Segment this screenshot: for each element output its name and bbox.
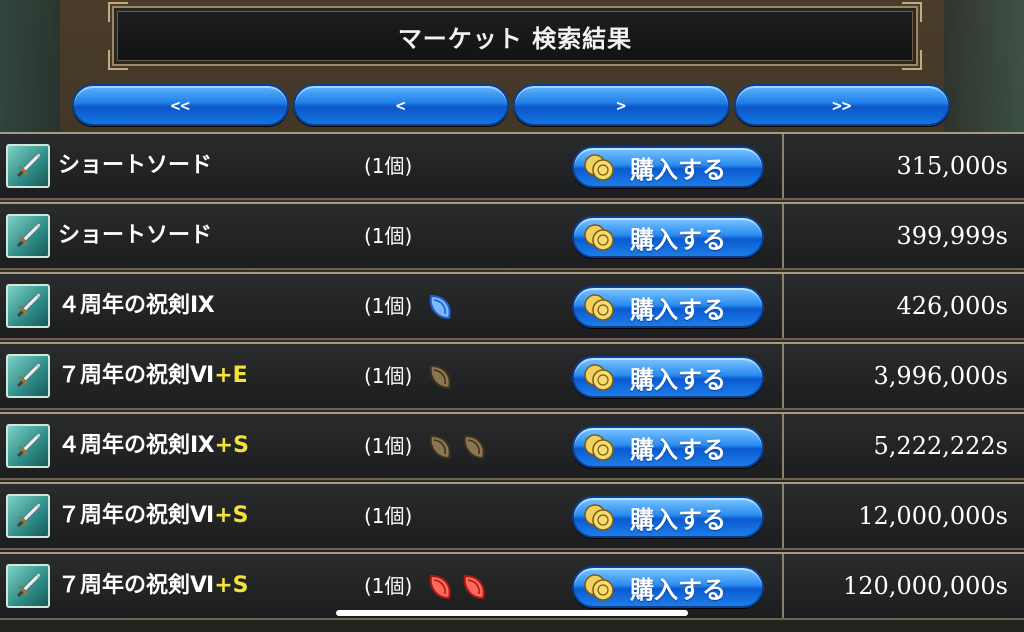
prev-page-button[interactable]: < xyxy=(292,84,509,126)
brown-gem-icon xyxy=(425,432,455,462)
item-name-text: ７周年の祝剣Ⅵ xyxy=(58,503,215,528)
item-quantity: (1個) xyxy=(364,434,413,458)
item-name: ショートソード xyxy=(58,134,212,198)
sword-icon xyxy=(6,144,50,188)
item-name-text: ショートソード xyxy=(58,153,213,178)
buy-button[interactable]: 購入する xyxy=(572,566,764,608)
item-price: 5,222,222s xyxy=(873,432,1008,460)
item-suffix: +S xyxy=(214,503,249,528)
item-name: ４周年の祝剣Ⅸ xyxy=(58,274,215,338)
coin-icon xyxy=(582,222,616,252)
buy-label: 購入する xyxy=(630,435,726,464)
item-price: 120,000,000s xyxy=(843,572,1008,600)
item-name: ４周年の祝剣Ⅸ+S xyxy=(58,414,249,478)
coin-icon xyxy=(582,502,616,532)
home-indicator[interactable] xyxy=(336,610,688,616)
coin-icon xyxy=(582,362,616,392)
frame-corner xyxy=(108,2,128,22)
item-suffix: +S xyxy=(214,573,249,598)
background-right xyxy=(944,0,1024,140)
frame-corner xyxy=(108,50,128,70)
coin-icon xyxy=(582,152,616,182)
item-quantity: (1個) xyxy=(364,504,413,528)
sword-icon xyxy=(6,494,50,538)
sword-icon xyxy=(6,214,50,258)
item-name: ７周年の祝剣Ⅵ+E xyxy=(58,344,248,408)
buy-button[interactable]: 購入する xyxy=(572,356,764,398)
column-divider xyxy=(782,414,784,478)
background-left xyxy=(0,0,60,140)
item-quantity: (1個) xyxy=(364,574,413,598)
red-gem-icon xyxy=(459,572,489,602)
buy-label: 購入する xyxy=(630,155,726,184)
column-divider xyxy=(782,134,784,198)
column-divider xyxy=(782,484,784,548)
coin-icon xyxy=(582,432,616,462)
item-name-text: ４周年の祝剣Ⅸ xyxy=(58,293,215,318)
brown-gem-icon xyxy=(425,362,455,392)
buy-label: 購入する xyxy=(630,575,726,604)
column-divider xyxy=(782,204,784,268)
table-row: ４周年の祝剣Ⅸ+S (1個) 購入する 5,222,222s xyxy=(0,412,1024,480)
buy-button[interactable]: 購入する xyxy=(572,146,764,188)
buy-button[interactable]: 購入する xyxy=(572,216,764,258)
item-name-text: ショートソード xyxy=(58,223,213,248)
item-price: 3,996,000s xyxy=(873,362,1008,390)
frame-corner xyxy=(902,2,922,22)
column-divider xyxy=(782,344,784,408)
page-title: マーケット 検索結果 xyxy=(397,24,633,53)
table-row: ７周年の祝剣Ⅵ+S (1個) 購入する 12,000,000s xyxy=(0,482,1024,550)
buy-button[interactable]: 購入する xyxy=(572,426,764,468)
item-name-text: ７周年の祝剣Ⅵ xyxy=(58,363,215,388)
item-name: ７周年の祝剣Ⅵ+S xyxy=(58,484,248,548)
item-quantity: (1個) xyxy=(364,294,413,318)
result-list: ショートソード (1個) 購入する 315,000s ショートソード (1個) 購入する 39… xyxy=(0,132,1024,632)
blue-gem-icon xyxy=(425,292,455,322)
frame-corner xyxy=(902,50,922,70)
buy-label: 購入する xyxy=(630,225,726,254)
item-quantity: (1個) xyxy=(364,364,413,388)
gem-list xyxy=(425,432,489,462)
table-row: ショートソード (1個) 購入する 399,999s xyxy=(0,202,1024,270)
coin-icon xyxy=(582,292,616,322)
table-row: ４周年の祝剣Ⅸ (1個) 購入する 426,000s xyxy=(0,272,1024,340)
item-name-text: ４周年の祝剣Ⅸ xyxy=(58,433,215,458)
buy-label: 購入する xyxy=(630,295,726,324)
item-price: 315,000s xyxy=(896,152,1008,180)
buy-button[interactable]: 購入する xyxy=(572,286,764,328)
sword-icon xyxy=(6,424,50,468)
buy-label: 購入する xyxy=(630,365,726,394)
buy-label: 購入する xyxy=(630,505,726,534)
last-page-button[interactable]: >> xyxy=(733,84,950,126)
item-name: ７周年の祝剣Ⅵ+S xyxy=(58,554,248,618)
pagination: << < > >> xyxy=(72,84,950,126)
sword-icon xyxy=(6,564,50,608)
table-row: ７周年の祝剣Ⅵ+E (1個) 購入する 3,996,000s xyxy=(0,342,1024,410)
gem-list xyxy=(425,292,455,322)
item-quantity: (1個) xyxy=(364,224,413,248)
item-name: ショートソード xyxy=(58,204,212,268)
item-suffix: +S xyxy=(214,433,249,458)
brown-gem-icon xyxy=(459,432,489,462)
buy-button[interactable]: 購入する xyxy=(572,496,764,538)
item-suffix: +E xyxy=(214,363,248,388)
gem-list xyxy=(425,572,489,602)
next-page-button[interactable]: > xyxy=(513,84,730,126)
item-price: 426,000s xyxy=(896,292,1008,320)
column-divider xyxy=(782,274,784,338)
first-page-button[interactable]: << xyxy=(72,84,289,126)
table-row: ショートソード (1個) 購入する 315,000s xyxy=(0,132,1024,200)
sword-icon xyxy=(6,354,50,398)
coin-icon xyxy=(582,572,616,602)
item-price: 12,000,000s xyxy=(858,502,1008,530)
item-name-text: ７周年の祝剣Ⅵ xyxy=(58,573,215,598)
item-price: 399,999s xyxy=(896,222,1008,250)
gem-list xyxy=(425,362,455,392)
item-quantity: (1個) xyxy=(364,154,413,178)
red-gem-icon xyxy=(425,572,455,602)
column-divider xyxy=(782,554,784,618)
title-bar: マーケット 検索結果 xyxy=(108,2,922,70)
sword-icon xyxy=(6,284,50,328)
